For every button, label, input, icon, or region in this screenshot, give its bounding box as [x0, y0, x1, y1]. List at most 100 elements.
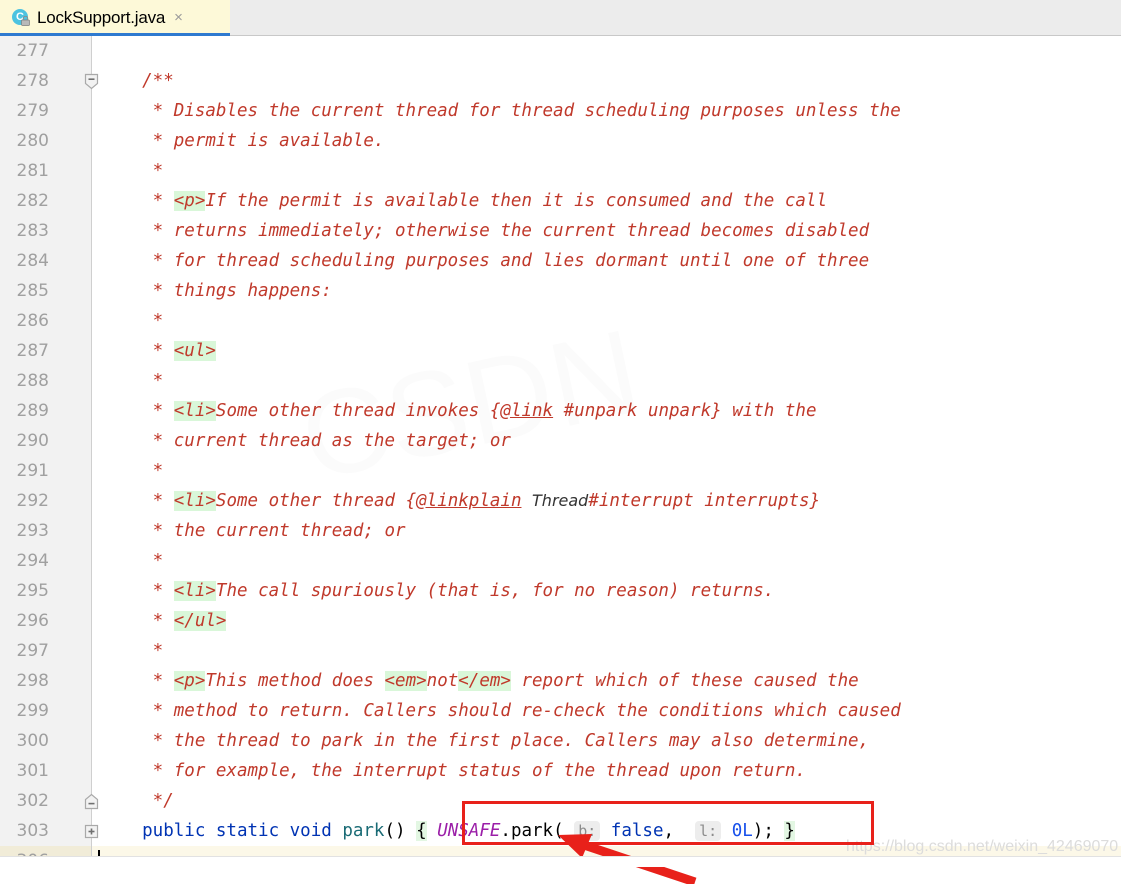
close-icon[interactable]: × — [174, 10, 183, 25]
line-number: 277 — [0, 36, 92, 66]
code-text[interactable]: * <li>The call spuriously (that is, for … — [92, 576, 1121, 606]
code-text[interactable]: /** — [92, 66, 1121, 96]
code-line[interactable]: 278 /** — [0, 66, 1121, 96]
code-line[interactable]: 291 * — [0, 456, 1121, 486]
code-text[interactable]: * for example, the interrupt status of t… — [92, 756, 1121, 786]
line-number: 302 — [0, 786, 92, 816]
token-cmt: * — [100, 491, 174, 511]
token-cmt: * — [100, 311, 164, 331]
line-number: 290 — [0, 426, 92, 456]
token-cmt: #unpark unpark} with the — [553, 401, 817, 421]
line-number: 284 — [0, 246, 92, 276]
line-number: 282 — [0, 186, 92, 216]
code-line[interactable]: 302 */ — [0, 786, 1121, 816]
code-text[interactable]: * — [92, 636, 1121, 666]
fold-collapse-icon[interactable] — [84, 73, 99, 90]
code-line[interactable]: 277 — [0, 36, 1121, 66]
token-cmt: * the current thread; or — [100, 521, 406, 541]
token-punct: . — [500, 821, 511, 841]
code-text[interactable]: * — [92, 156, 1121, 186]
token-cmt: * for thread scheduling purposes and lie… — [100, 251, 870, 271]
code-text[interactable]: * <ul> — [92, 336, 1121, 366]
token-cmt: * Disables the current thread for thread… — [100, 101, 901, 121]
token-ident: park — [510, 821, 554, 841]
code-line[interactable]: 293 * the current thread; or — [0, 516, 1121, 546]
code-text[interactable]: * for thread scheduling purposes and lie… — [92, 246, 1121, 276]
code-line[interactable]: 297 * — [0, 636, 1121, 666]
code-editor[interactable]: CSDN 277 278 /** 279 * Disables the curren… — [0, 36, 1121, 867]
line-number: 301 — [0, 756, 92, 786]
line-number: 285 — [0, 276, 92, 306]
code-line[interactable]: 279 * Disables the current thread for th… — [0, 96, 1121, 126]
code-line[interactable]: 285 * things happens: — [0, 276, 1121, 306]
token-cmt: * — [100, 581, 174, 601]
token-cmt: { — [489, 401, 501, 421]
fold-expand-icon[interactable] — [84, 823, 99, 840]
token-jdocref: Thread — [532, 491, 589, 510]
token-cmt: This method does — [205, 671, 385, 691]
code-line[interactable]: 300 * the thread to park in the first pl… — [0, 726, 1121, 756]
code-line[interactable]: 292 * <li>Some other thread {@linkplain … — [0, 486, 1121, 516]
token-punct — [721, 821, 732, 841]
tab-locksupport-java[interactable]: C LockSupport.java × — [0, 0, 230, 35]
code-line[interactable]: 280 * permit is available. — [0, 126, 1121, 156]
line-number: 283 — [0, 216, 92, 246]
code-text[interactable]: * things happens: — [92, 276, 1121, 306]
code-text[interactable]: * returns immediately; otherwise the cur… — [92, 216, 1121, 246]
code-line[interactable]: 287 * <ul> — [0, 336, 1121, 366]
token-field: UNSAFE — [437, 821, 501, 841]
code-text[interactable]: * method to return. Callers should re-ch… — [92, 696, 1121, 726]
code-line[interactable]: 289 * <li>Some other thread invokes {@li… — [0, 396, 1121, 426]
token-jdoclink: @link — [500, 401, 554, 421]
code-line[interactable]: 283 * returns immediately; otherwise the… — [0, 216, 1121, 246]
line-number: 295 — [0, 576, 92, 606]
code-line[interactable]: 288 * — [0, 366, 1121, 396]
token-num: 0L — [731, 821, 753, 841]
code-line[interactable]: 286 * — [0, 306, 1121, 336]
code-text[interactable]: * — [92, 456, 1121, 486]
token-punct — [600, 821, 611, 841]
code-line[interactable]: 282 * <p>If the permit is available then… — [0, 186, 1121, 216]
token-cmt — [521, 491, 532, 511]
code-line[interactable]: 301 * for example, the interrupt status … — [0, 756, 1121, 786]
fold-region-end-icon[interactable] — [84, 793, 99, 810]
code-line[interactable]: 295 * <li>The call spuriously (that is, … — [0, 576, 1121, 606]
code-text[interactable]: * current thread as the target; or — [92, 426, 1121, 456]
token-hint: b: — [574, 821, 601, 841]
code-line[interactable]: 290 * current thread as the target; or — [0, 426, 1121, 456]
code-text[interactable]: */ — [92, 786, 1121, 816]
code-line[interactable]: 294 * — [0, 546, 1121, 576]
code-text[interactable]: * — [92, 546, 1121, 576]
code-text[interactable]: * the thread to park in the first place.… — [92, 726, 1121, 756]
code-text[interactable]: * — [92, 306, 1121, 336]
token-cmt: { — [405, 491, 417, 511]
line-number: 287 — [0, 336, 92, 366]
token-cmt: not — [426, 671, 459, 691]
code-line[interactable]: 284 * for thread scheduling purposes and… — [0, 246, 1121, 276]
token-htmltag: <li> — [173, 401, 216, 421]
token-cmt: * — [100, 161, 164, 181]
code-line[interactable]: 299 * method to return. Callers should r… — [0, 696, 1121, 726]
code-text[interactable]: * Disables the current thread for thread… — [92, 96, 1121, 126]
token-hint: l: — [695, 821, 722, 841]
code-lines: 277 278 /** 279 * Disables the current thr… — [0, 36, 1121, 867]
code-text[interactable]: * <li>Some other thread invokes {@link #… — [92, 396, 1121, 426]
code-text[interactable]: * permit is available. — [92, 126, 1121, 156]
code-text[interactable]: * <p>This method does <em>not</em> repor… — [92, 666, 1121, 696]
token-cmt: * — [100, 461, 164, 481]
editor-bottom-strip — [0, 856, 1121, 867]
code-line[interactable]: 281 * — [0, 156, 1121, 186]
code-line[interactable]: 298 * <p>This method does <em>not</em> r… — [0, 666, 1121, 696]
code-text[interactable]: * <p>If the permit is available then it … — [92, 186, 1121, 216]
token-htmltag: <li> — [173, 581, 216, 601]
line-number: 292 — [0, 486, 92, 516]
token-punct: ); — [752, 821, 785, 841]
code-text[interactable]: * <li>Some other thread {@linkplain Thre… — [92, 486, 1121, 516]
code-line[interactable]: 296 * </ul> — [0, 606, 1121, 636]
code-text[interactable] — [92, 36, 1121, 66]
code-text[interactable]: * the current thread; or — [92, 516, 1121, 546]
token-cmt: * the thread to park in the first place.… — [100, 731, 870, 751]
code-text[interactable]: * </ul> — [92, 606, 1121, 636]
code-text[interactable]: * — [92, 366, 1121, 396]
token-cmt: /** — [100, 71, 174, 91]
